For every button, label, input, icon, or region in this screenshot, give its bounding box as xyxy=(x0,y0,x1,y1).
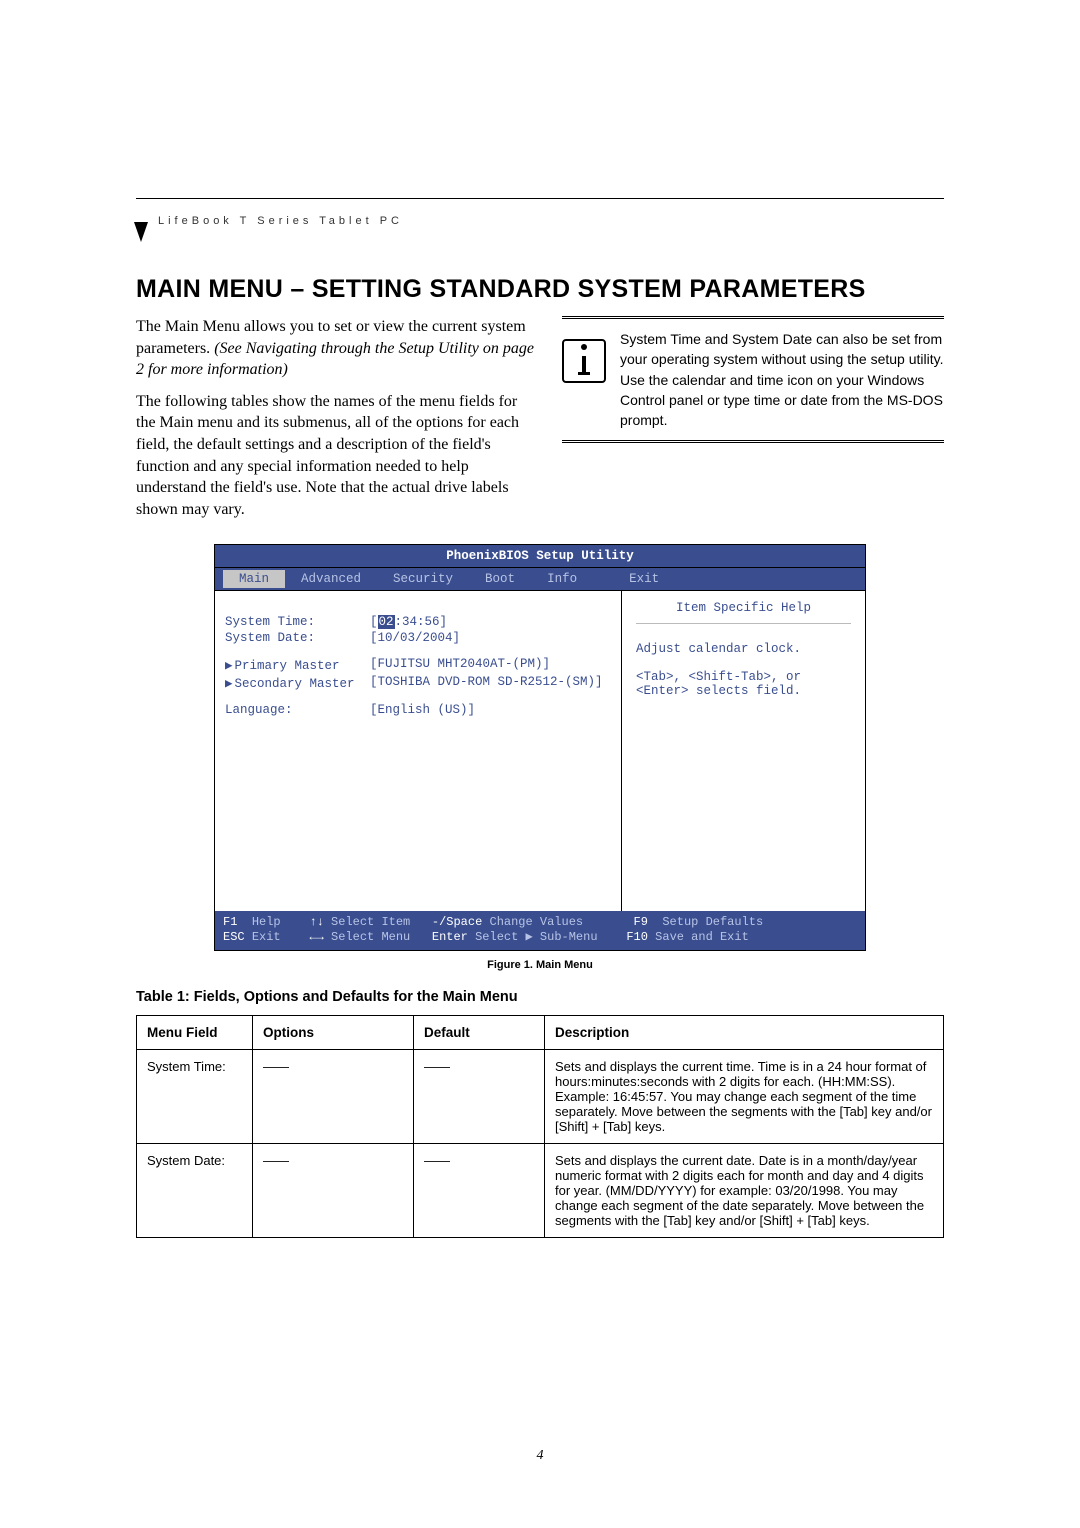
table-header-row: Menu Field Options Default Description xyxy=(137,1016,944,1050)
bios-screenshot: PhoenixBIOS Setup Utility Main Advanced … xyxy=(214,544,866,951)
triangle-icon: ▶ xyxy=(225,677,233,691)
bios-tab-main[interactable]: Main xyxy=(223,570,285,588)
td-desc: Sets and displays the current date. Date… xyxy=(545,1144,944,1238)
table-row: System Date: —— —— Sets and displays the… xyxy=(137,1144,944,1238)
intro-right: System Time and System Date can also be … xyxy=(562,316,944,530)
intro-para-1: The Main Menu allows you to set or view … xyxy=(136,316,538,381)
note-box: System Time and System Date can also be … xyxy=(562,316,944,443)
bios-label-time: System Time: xyxy=(225,615,370,629)
bios-tab-exit[interactable]: Exit xyxy=(613,570,675,588)
table-title: Table 1: Fields, Options and Defaults fo… xyxy=(136,989,944,1005)
th-default: Default xyxy=(414,1016,545,1050)
note-text: System Time and System Date can also be … xyxy=(620,329,944,430)
page-number: 4 xyxy=(0,1448,1080,1464)
td-options: —— xyxy=(253,1050,414,1144)
bios-val-secondary: [TOSHIBA DVD-ROM SD-R2512-(SM)] xyxy=(370,675,603,691)
intro-para-2: The following tables show the names of t… xyxy=(136,391,538,521)
figure-caption: Figure 1. Main Menu xyxy=(136,959,944,971)
bios-title: PhoenixBIOS Setup Utility xyxy=(215,545,865,568)
bios-time-rest: :34:56] xyxy=(395,615,448,629)
bios-val-time: [02:34:56] xyxy=(370,615,447,629)
bios-help-line1: Adjust calendar clock. xyxy=(636,642,851,656)
td-options: —— xyxy=(253,1144,414,1238)
th-menu-field: Menu Field xyxy=(137,1016,253,1050)
bios-tab-security[interactable]: Security xyxy=(377,570,469,588)
table-row: System Time: —— —— Sets and displays the… xyxy=(137,1050,944,1144)
td-field: System Date: xyxy=(137,1144,253,1238)
fields-table: Menu Field Options Default Description S… xyxy=(136,1015,944,1238)
th-description: Description xyxy=(545,1016,944,1050)
bios-tab-advanced[interactable]: Advanced xyxy=(285,570,377,588)
page-title: MAIN MENU – SETTING STANDARD SYSTEM PARA… xyxy=(136,275,944,304)
bios-row-date[interactable]: System Date: [10/03/2004] xyxy=(225,631,611,645)
intro-columns: The Main Menu allows you to set or view … xyxy=(136,316,944,530)
td-default: —— xyxy=(414,1050,545,1144)
triangle-icon: ▶ xyxy=(225,659,233,673)
bios-body: System Time: [02:34:56] System Date: [10… xyxy=(215,591,865,911)
bios-row-time[interactable]: System Time: [02:34:56] xyxy=(225,615,611,629)
bios-label-secondary: ▶Secondary Master xyxy=(225,675,370,691)
th-options: Options xyxy=(253,1016,414,1050)
bios-help-panel: Item Specific Help Adjust calendar clock… xyxy=(622,591,865,911)
bios-row-secondary[interactable]: ▶Secondary Master [TOSHIBA DVD-ROM SD-R2… xyxy=(225,675,611,691)
header-label: LifeBook T Series Tablet PC xyxy=(158,215,944,227)
document-page: LifeBook T Series Tablet PC MAIN MENU – … xyxy=(0,0,1080,1528)
bios-footer: F1 Help ↑↓ Select Item -/Space Change Va… xyxy=(215,911,865,950)
info-icon xyxy=(562,339,606,383)
bios-val-primary: [FUJITSU MHT2040AT-(PM)] xyxy=(370,657,550,673)
bios-label-language: Language: xyxy=(225,703,370,717)
wedge-icon xyxy=(134,222,148,242)
bios-main-panel: System Time: [02:34:56] System Date: [10… xyxy=(215,591,622,911)
bios-help-title: Item Specific Help xyxy=(636,601,851,624)
td-field: System Time: xyxy=(137,1050,253,1144)
td-desc: Sets and displays the current time. Time… xyxy=(545,1050,944,1144)
td-default: —— xyxy=(414,1144,545,1238)
bios-val-language: [English (US)] xyxy=(370,703,475,717)
bios-tab-boot[interactable]: Boot xyxy=(469,570,531,588)
bios-tab-info[interactable]: Info xyxy=(531,570,593,588)
bios-help-line2: <Tab>, <Shift-Tab>, or xyxy=(636,670,851,684)
bios-row-primary[interactable]: ▶Primary Master [FUJITSU MHT2040AT-(PM)] xyxy=(225,657,611,673)
bios-help-line3: <Enter> selects field. xyxy=(636,684,851,698)
top-rule xyxy=(136,198,944,199)
bios-val-date: [10/03/2004] xyxy=(370,631,460,645)
intro-left: The Main Menu allows you to set or view … xyxy=(136,316,538,530)
bios-label-date: System Date: xyxy=(225,631,370,645)
bios-tabs: Main Advanced Security Boot Info Exit xyxy=(215,568,865,591)
bios-label-primary: ▶Primary Master xyxy=(225,657,370,673)
bios-time-hour: 02 xyxy=(378,615,395,629)
bios-row-language[interactable]: Language: [English (US)] xyxy=(225,703,611,717)
